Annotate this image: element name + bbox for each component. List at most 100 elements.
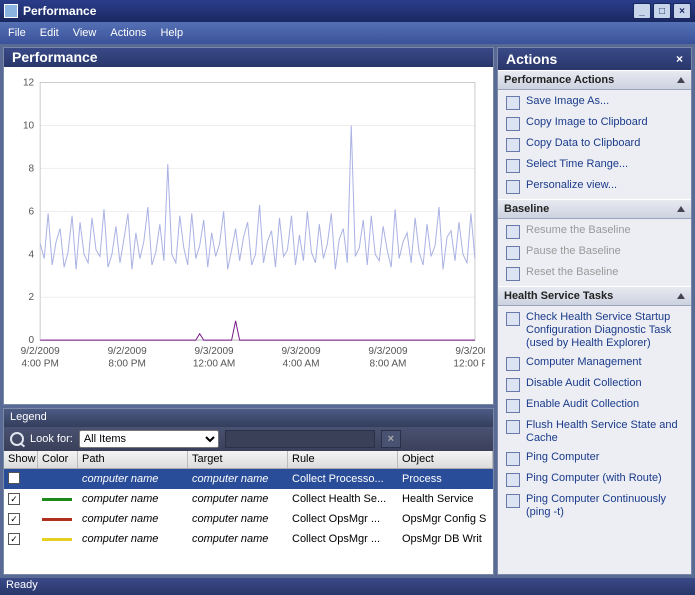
chart-panel-title: Performance [12, 49, 98, 65]
legend-row[interactable]: computer namecomputer nameCollect OpsMgr… [4, 509, 493, 529]
task-copy-image-clipboard[interactable]: Copy Image to Clipboard [500, 113, 689, 134]
cell-target: computer name [188, 493, 288, 505]
cell-target: computer name [188, 533, 288, 545]
col-target[interactable]: Target [188, 451, 288, 468]
show-checkbox[interactable] [8, 472, 20, 484]
svg-text:8:00 AM: 8:00 AM [370, 358, 407, 369]
col-object[interactable]: Object [398, 451, 493, 468]
window-title: Performance [23, 4, 633, 18]
performance-chart[interactable]: 024681012 9/2/20094:00 PM9/2/20098:00 PM… [12, 75, 485, 400]
task-copy-data-clipboard[interactable]: Copy Data to Clipboard [500, 134, 689, 155]
svg-text:9/3/2009: 9/3/2009 [281, 346, 321, 357]
show-checkbox[interactable] [8, 513, 20, 525]
cell-rule: Collect Processo... [288, 473, 398, 485]
col-color[interactable]: Color [38, 451, 78, 468]
svg-text:9/2/2009: 9/2/2009 [21, 346, 61, 357]
show-checkbox[interactable] [8, 493, 20, 505]
task-icon [506, 378, 520, 392]
minimize-button[interactable]: _ [633, 3, 651, 19]
cell-rule: Collect OpsMgr ... [288, 513, 398, 525]
svg-text:9/3/2009: 9/3/2009 [195, 346, 235, 357]
task-icon [506, 399, 520, 413]
task-icon [506, 420, 520, 434]
color-swatch [42, 478, 72, 481]
cell-target: computer name [188, 473, 288, 485]
search-icon [10, 432, 24, 446]
menu-actions[interactable]: Actions [110, 27, 146, 39]
statusbar: Ready [0, 578, 695, 595]
task-ping-computer-continuously[interactable]: Ping Computer Continuously (ping -t) [500, 490, 689, 522]
menu-view[interactable]: View [73, 27, 97, 39]
task-check-health-service[interactable]: Check Health Service Startup Configurati… [500, 308, 689, 353]
look-for-bar: Look for: All Items × [4, 427, 493, 451]
menu-help[interactable]: Help [160, 27, 183, 39]
svg-text:12: 12 [23, 78, 35, 89]
col-show[interactable]: Show [4, 451, 38, 468]
menu-file[interactable]: File [8, 27, 26, 39]
task-icon [506, 312, 520, 326]
actions-header: Actions × [498, 48, 691, 70]
section-health-service-tasks[interactable]: Health Service Tasks [498, 286, 691, 306]
collapse-icon [677, 77, 685, 83]
look-for-filter[interactable]: All Items [79, 430, 219, 448]
svg-text:4:00 AM: 4:00 AM [283, 358, 320, 369]
task-select-time-range[interactable]: Select Time Range... [500, 155, 689, 176]
task-computer-management[interactable]: Computer Management [500, 353, 689, 374]
collapse-icon [677, 206, 685, 212]
task-save-image-as[interactable]: Save Image As... [500, 92, 689, 113]
svg-text:4:00 PM: 4:00 PM [21, 358, 58, 369]
close-button[interactable]: × [673, 3, 691, 19]
task-personalize-view[interactable]: Personalize view... [500, 176, 689, 197]
collapse-icon [677, 293, 685, 299]
cell-target: computer name [188, 513, 288, 525]
task-ping-computer-route[interactable]: Ping Computer (with Route) [500, 469, 689, 490]
status-text: Ready [6, 579, 38, 591]
task-icon [506, 357, 520, 371]
show-checkbox[interactable] [8, 533, 20, 545]
svg-text:12:00 PM: 12:00 PM [453, 358, 485, 369]
section-baseline[interactable]: Baseline [498, 199, 691, 219]
svg-text:2: 2 [29, 292, 35, 303]
image-icon [506, 96, 520, 110]
legend-row[interactable]: computer namecomputer nameCollect OpsMgr… [4, 529, 493, 549]
svg-text:0: 0 [29, 335, 35, 346]
svg-text:8: 8 [29, 163, 35, 174]
clipboard-icon [506, 138, 520, 152]
svg-text:9/3/2009: 9/3/2009 [455, 346, 485, 357]
task-icon [506, 473, 520, 487]
section-label: Health Service Tasks [504, 290, 613, 302]
actions-pane: Actions × Performance Actions Save Image… [497, 47, 692, 575]
calendar-icon [506, 159, 520, 173]
actions-title: Actions [506, 51, 557, 67]
task-ping-computer[interactable]: Ping Computer [500, 448, 689, 469]
window-titlebar: Performance _ □ × [0, 0, 695, 22]
color-swatch [42, 498, 72, 501]
reset-icon [506, 267, 520, 281]
svg-text:6: 6 [29, 206, 35, 217]
task-disable-audit-collection[interactable]: Disable Audit Collection [500, 374, 689, 395]
look-for-clear[interactable]: × [381, 430, 401, 448]
task-pause-baseline: Pause the Baseline [500, 242, 689, 263]
legend-row[interactable]: computer namecomputer nameCollect Health… [4, 489, 493, 509]
actions-close-icon[interactable]: × [676, 52, 683, 66]
look-for-input[interactable] [225, 430, 375, 448]
task-enable-audit-collection[interactable]: Enable Audit Collection [500, 395, 689, 416]
col-rule[interactable]: Rule [288, 451, 398, 468]
legend-panel: Legend Look for: All Items × Show Color … [3, 408, 494, 575]
play-icon [506, 225, 520, 239]
legend-row[interactable]: computer namecomputer nameCollect Proces… [4, 469, 493, 489]
task-flush-health-service[interactable]: Flush Health Service State and Cache [500, 416, 689, 448]
menu-edit[interactable]: Edit [40, 27, 59, 39]
chart-panel: Performance 024681012 9/2/20094:00 PM9/2… [3, 47, 494, 405]
col-path[interactable]: Path [78, 451, 188, 468]
pause-icon [506, 246, 520, 260]
svg-text:10: 10 [23, 120, 35, 131]
maximize-button[interactable]: □ [653, 3, 671, 19]
cell-path: computer name [78, 513, 188, 525]
section-label: Performance Actions [504, 74, 614, 86]
look-for-label: Look for: [30, 433, 73, 445]
cell-rule: Collect Health Se... [288, 493, 398, 505]
section-performance-actions[interactable]: Performance Actions [498, 70, 691, 90]
task-icon [506, 452, 520, 466]
cell-path: computer name [78, 473, 188, 485]
